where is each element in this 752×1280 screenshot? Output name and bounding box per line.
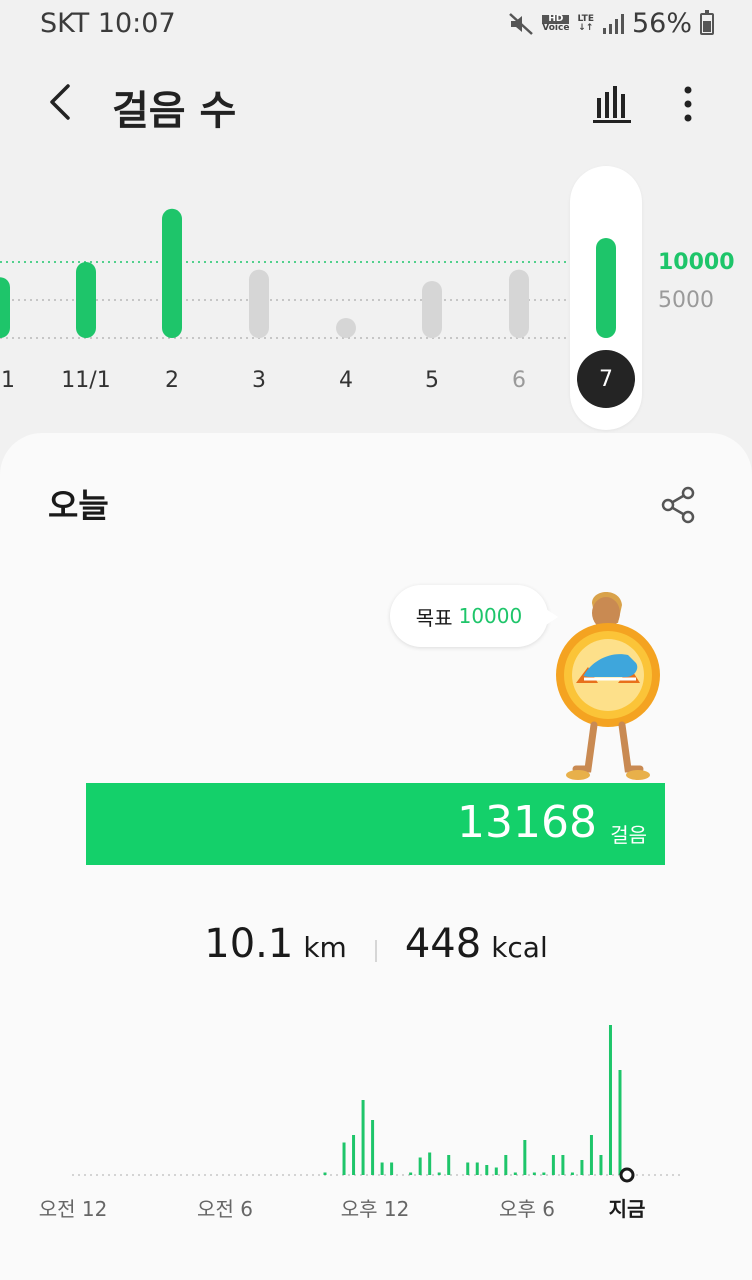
- hourly-bar: [428, 1152, 432, 1175]
- time-label: 오전 12: [38, 1197, 108, 1221]
- signal-icon: [602, 13, 624, 34]
- hourly-bar: [475, 1162, 479, 1175]
- share-icon[interactable]: [660, 485, 696, 525]
- stats-row: 10.1 km 448 kcal: [0, 921, 752, 981]
- day-label[interactable]: 4: [339, 368, 353, 393]
- hourly-bar: [599, 1155, 603, 1175]
- distance-value: 10.1: [204, 921, 294, 967]
- hourly-bar: [437, 1172, 441, 1175]
- hourly-bar: [580, 1160, 584, 1175]
- battery-percent: 56%: [631, 8, 692, 39]
- status-icons: HD Voice LTE ↓↑ 56%: [508, 8, 714, 39]
- achievement-mascot-icon: [556, 592, 660, 780]
- day-label[interactable]: 2: [165, 368, 179, 393]
- hourly-bar: [466, 1162, 470, 1175]
- week-steps-chart: 1 11/1 2 3 4 5 6 7 10000 5000: [0, 150, 752, 435]
- hourly-bar: [608, 1025, 612, 1175]
- page-title: 걸음 수: [112, 88, 237, 134]
- calories-unit: kcal: [491, 931, 548, 964]
- hourly-bar: [532, 1172, 536, 1175]
- hourly-bar: [589, 1135, 593, 1175]
- hourly-bar: [561, 1155, 565, 1175]
- hourly-bar: [361, 1100, 365, 1175]
- time-label-now: 지금: [608, 1197, 646, 1221]
- time-label: 오후 12: [340, 1197, 410, 1221]
- hourly-steps-chart: [72, 1025, 680, 1183]
- status-bar: SKT 10:07 HD Voice LTE ↓↑ 56%: [0, 0, 752, 52]
- hourly-bar: [485, 1165, 489, 1175]
- hourly-bar: [352, 1135, 356, 1175]
- day-label[interactable]: 11/1: [61, 368, 110, 393]
- goal-line-label: 10000: [658, 250, 735, 275]
- selected-day-badge[interactable]: 7: [577, 350, 635, 408]
- stat-divider: [374, 940, 377, 962]
- calories-stat: 448 kcal: [405, 921, 548, 967]
- today-title: 오늘: [48, 486, 109, 525]
- more-vertical-icon[interactable]: [668, 80, 708, 128]
- calories-value: 448: [404, 921, 482, 967]
- day-label[interactable]: 1: [1, 368, 15, 393]
- now-marker-icon: [619, 1167, 635, 1183]
- hourly-bar: [380, 1162, 384, 1175]
- hourly-bar: [371, 1120, 375, 1175]
- hourly-bar: [618, 1070, 622, 1175]
- hourly-bar: [513, 1172, 517, 1175]
- hourly-bar: [542, 1172, 546, 1175]
- time-label: 오후 6: [499, 1197, 555, 1221]
- goal-bubble: 목표 10000: [390, 585, 558, 647]
- steps-unit: 걸음: [610, 823, 647, 847]
- carrier-time: SKT 10:07: [40, 8, 176, 39]
- week-bar-7[interactable]: [596, 238, 616, 338]
- battery-icon: [700, 9, 714, 35]
- today-card: 오늘 목표 10000 13168 걸음 10.1 km 448 kcal 오전…: [0, 433, 752, 1280]
- week-bar-4[interactable]: [336, 318, 356, 338]
- hourly-bar: [494, 1167, 498, 1175]
- hourly-bar: [409, 1172, 413, 1175]
- steps-progress-bar: 13168 걸음: [86, 783, 665, 865]
- hourly-bar: [323, 1172, 327, 1175]
- hourly-bar: [447, 1155, 451, 1175]
- steps-value: 13168: [457, 797, 597, 848]
- hourly-bar: [523, 1140, 527, 1175]
- week-bar-11-1[interactable]: [76, 262, 96, 338]
- lte-arrows-icon: ↓↑: [578, 22, 594, 33]
- distance-unit: km: [303, 931, 347, 964]
- goal-text: 목표: [415, 605, 453, 630]
- day-label[interactable]: 6: [512, 368, 526, 393]
- voice-label: Voice: [542, 22, 570, 33]
- goal-value: 10000: [458, 604, 523, 628]
- app-header: 걸음 수: [0, 60, 752, 150]
- time-label: 오전 6: [197, 1197, 253, 1221]
- battery-fill: [703, 21, 711, 32]
- mute-icon: [509, 12, 534, 35]
- chevron-left-icon[interactable]: [40, 78, 84, 126]
- week-bar-1[interactable]: [0, 277, 10, 338]
- hourly-bar: [551, 1155, 555, 1175]
- week-bar-6[interactable]: [509, 269, 529, 338]
- hourly-bar: [342, 1142, 346, 1175]
- day-label[interactable]: 5: [425, 368, 439, 393]
- week-bar-5[interactable]: [422, 281, 442, 338]
- hourly-bar: [570, 1172, 574, 1175]
- day-label[interactable]: 3: [252, 368, 266, 393]
- week-bar-3[interactable]: [249, 269, 269, 338]
- hourly-bar: [418, 1157, 422, 1175]
- week-bar-2[interactable]: [162, 208, 182, 338]
- hourly-bar: [504, 1155, 508, 1175]
- bar-chart-icon[interactable]: [590, 82, 634, 126]
- lte-icon: LTE ↓↑: [577, 14, 594, 33]
- hourly-bar: [390, 1162, 394, 1175]
- distance-stat: 10.1 km: [204, 921, 347, 967]
- half-line-label: 5000: [658, 288, 714, 313]
- hd-voice-icon: HD Voice: [542, 14, 570, 33]
- week-bars: [0, 208, 616, 339]
